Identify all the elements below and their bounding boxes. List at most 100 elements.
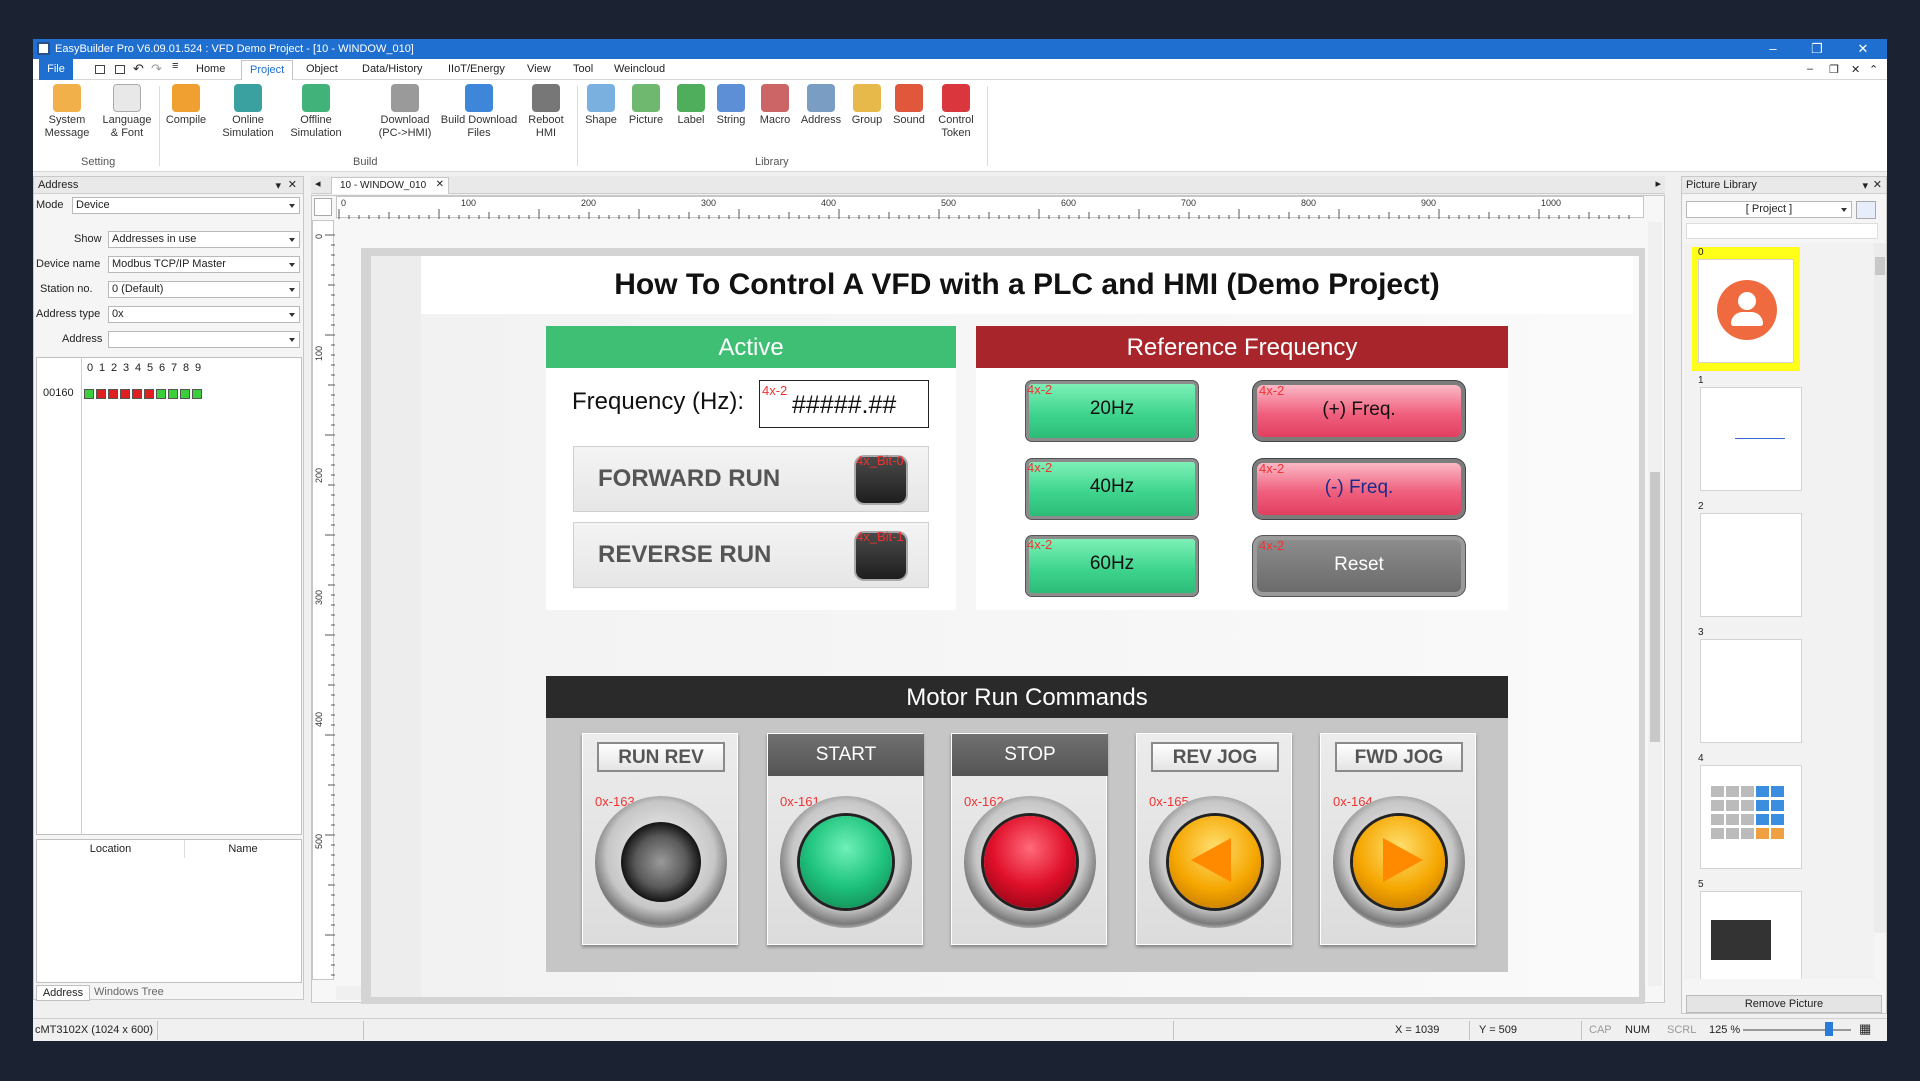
picture-list[interactable]: 0 1 2 3 4 5 (1684, 243, 1874, 979)
freq-plus-button[interactable]: (+) Freq.4x-2 (1257, 385, 1461, 437)
tab-scroll-right-icon[interactable]: ▸ (1655, 177, 1661, 190)
picture-library-filter[interactable]: [ Project ] (1686, 201, 1852, 218)
control-token-button[interactable]: Control Token (931, 84, 981, 140)
bit-cell-7[interactable] (168, 389, 178, 399)
bit-cell-8[interactable] (180, 389, 190, 399)
picture-item-3[interactable] (1700, 639, 1802, 743)
menu-iiot[interactable]: IIoT/Energy (448, 63, 505, 75)
picture-search-input[interactable] (1686, 223, 1878, 239)
minimize-icon[interactable]: – (1763, 41, 1783, 56)
zoom-slider-thumb[interactable] (1825, 1022, 1833, 1036)
online-simulation-button[interactable]: Online Simulation (215, 84, 281, 140)
panel-dropdown-icon[interactable]: ▾ (275, 179, 281, 192)
restore-icon[interactable]: ❐ (1807, 41, 1827, 57)
bit-cell-9[interactable] (192, 389, 202, 399)
save-icon[interactable] (95, 65, 105, 74)
ruler-corner[interactable] (314, 198, 332, 216)
bit-cell-3[interactable] (120, 389, 130, 399)
stop-button[interactable]: STOP 0x-162 (951, 733, 1107, 945)
picture-item-5[interactable] (1700, 891, 1802, 979)
frequency-display[interactable]: 4x-2 #####.## (759, 380, 929, 428)
menu-data-history[interactable]: Data/History (362, 63, 423, 75)
reboot-hmi-button[interactable]: Reboot HMI (523, 84, 569, 140)
tab-address[interactable]: Address (36, 985, 90, 1001)
bit-cell-1[interactable] (96, 389, 106, 399)
menu-tool[interactable]: Tool (573, 63, 593, 75)
bit-cell-4[interactable] (132, 389, 142, 399)
mdi-close-icon[interactable]: ✕ (1851, 63, 1860, 76)
shape-button[interactable]: Shape (581, 84, 621, 127)
bit-cell-5[interactable] (144, 389, 154, 399)
menu-project[interactable]: Project (241, 60, 293, 80)
fwd-jog-button[interactable]: FWD JOG 0x-164 (1320, 733, 1476, 945)
picture-item-0[interactable] (1698, 259, 1794, 363)
string-button[interactable]: String (711, 84, 751, 127)
system-message-button[interactable]: System Message (39, 84, 95, 140)
mdi-minimize-icon[interactable]: – (1807, 63, 1813, 75)
bit-cell-2[interactable] (108, 389, 118, 399)
vertical-scroll-thumb[interactable] (1650, 472, 1660, 742)
zoom-slider[interactable] (1743, 1029, 1851, 1031)
station-no-select[interactable]: 0 (Default) (108, 281, 300, 298)
col-location[interactable]: Location (37, 840, 185, 858)
menu-file[interactable]: File (39, 59, 73, 80)
panel-close-icon[interactable]: ✕ (288, 178, 297, 191)
hz40-button[interactable]: 40Hz4x-2 (1029, 462, 1195, 516)
group-button[interactable]: Group (847, 84, 887, 127)
address-type-select[interactable]: 0x (108, 306, 300, 323)
tab-close-icon[interactable]: ✕ (436, 179, 444, 190)
mode-select[interactable]: Device (72, 197, 300, 214)
redo-icon[interactable]: ↷ (151, 61, 162, 77)
search-icon[interactable] (1856, 201, 1876, 219)
address-button[interactable]: Address (797, 84, 845, 127)
rev-jog-button[interactable]: REV JOG 0x-165 (1136, 733, 1292, 945)
start-button[interactable]: START 0x-161 (767, 733, 923, 945)
bit-cell-0[interactable] (84, 389, 94, 399)
picture-button[interactable]: Picture (623, 84, 669, 127)
build-download-button[interactable]: Build Download Files (437, 84, 521, 140)
menu-home[interactable]: Home (196, 63, 225, 75)
picture-item-1[interactable] (1700, 387, 1802, 491)
remove-picture-button[interactable]: Remove Picture (1686, 995, 1882, 1013)
undo-icon[interactable]: ↶ (133, 61, 144, 77)
customize-icon[interactable]: ≡ (172, 60, 178, 72)
download-button[interactable]: Download (PC->HMI) (369, 84, 441, 140)
col-name[interactable]: Name (185, 840, 301, 858)
label-button[interactable]: Label (673, 84, 709, 127)
run-rev-button[interactable]: RUN REV 0x-163 (582, 733, 738, 945)
device-name-select[interactable]: Modbus TCP/IP Master (108, 256, 300, 273)
language-font-button[interactable]: Language & Font (97, 84, 157, 140)
reset-button[interactable]: Reset4x-2 (1257, 540, 1461, 592)
picture-item-4[interactable] (1700, 765, 1802, 869)
picture-scroll-thumb[interactable] (1875, 257, 1885, 275)
picture-item-2[interactable] (1700, 513, 1802, 617)
vertical-scrollbar[interactable] (1648, 222, 1662, 986)
compile-button[interactable]: Compile (161, 84, 211, 127)
document-tab[interactable]: 10 - WINDOW_010 ✕ (331, 177, 449, 194)
bit-cell-6[interactable] (156, 389, 166, 399)
keypad-key (1711, 814, 1724, 825)
mdi-restore-icon[interactable]: ❐ (1829, 63, 1839, 76)
save-all-icon[interactable] (115, 65, 125, 74)
hz20-button[interactable]: 20Hz4x-2 (1029, 384, 1195, 438)
hz60-button[interactable]: 60Hz4x-2 (1029, 539, 1195, 593)
show-select[interactable]: Addresses in use (108, 231, 300, 248)
panel-dropdown-icon[interactable]: ▾ (1862, 179, 1868, 192)
picture-list-scrollbar[interactable] (1874, 243, 1886, 933)
macro-button[interactable]: Macro (755, 84, 795, 127)
menu-weincloud[interactable]: Weincloud (614, 63, 665, 75)
close-icon[interactable]: ✕ (1853, 41, 1873, 57)
freq-minus-button[interactable]: (-) Freq.4x-2 (1257, 463, 1461, 515)
panel-close-icon[interactable]: ✕ (1873, 178, 1882, 191)
menu-view[interactable]: View (527, 63, 551, 75)
offline-simulation-button[interactable]: Offline Simulation (283, 84, 349, 140)
sound-button[interactable]: Sound (889, 84, 929, 127)
address-input[interactable] (108, 331, 300, 348)
address-grid[interactable]: 0123456789 00160 (36, 357, 302, 835)
ruler-tick-label: 700 (1181, 198, 1196, 208)
tab-windows-tree[interactable]: Windows Tree (94, 986, 164, 998)
tab-scroll-left-icon[interactable]: ◂ (315, 177, 321, 190)
fit-window-icon[interactable]: ▦ (1859, 1021, 1871, 1037)
menu-object[interactable]: Object (306, 63, 338, 75)
ribbon-collapse-icon[interactable]: ⌃ (1869, 63, 1878, 76)
